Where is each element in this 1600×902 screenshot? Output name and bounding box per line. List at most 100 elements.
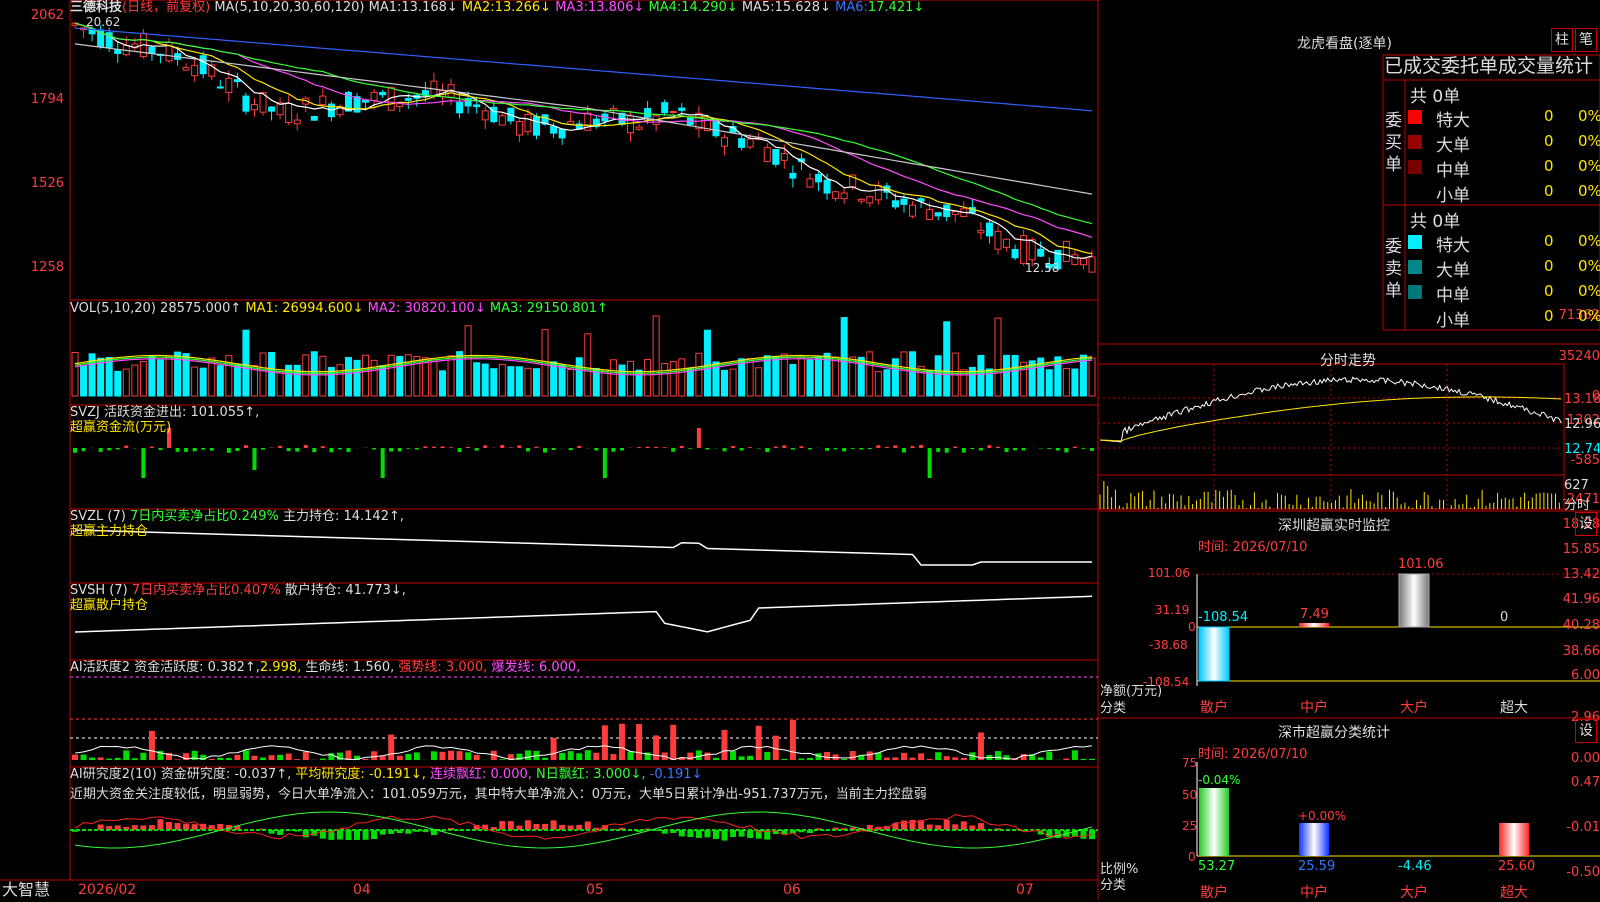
- fl-axis-3: 25: [1182, 819, 1197, 833]
- fund-flow-bar: [158, 448, 162, 450]
- fund-flow-bar: [876, 445, 880, 448]
- volume-bar: [927, 371, 933, 396]
- sz-val-super: 0: [1500, 610, 1508, 625]
- ma6-line: [75, 28, 1092, 111]
- volume-bar: [798, 358, 804, 396]
- buy-order-label: 委买单: [1385, 110, 1403, 176]
- candle-body: [234, 80, 240, 82]
- ma1-value: 13.168↓: [401, 0, 457, 15]
- intraday-price-2: 12.96: [1564, 417, 1600, 432]
- sell-row-count: 0: [1544, 282, 1554, 300]
- research-bar: [1080, 830, 1086, 839]
- research-bar: [499, 821, 505, 830]
- ma5-key: MA5:: [742, 0, 775, 15]
- fl-time: 时间: 2026/07/10: [1198, 743, 1307, 762]
- sell-row-count: 0: [1544, 257, 1554, 275]
- volume-bar: [559, 365, 565, 396]
- volume-bar: [807, 360, 813, 396]
- volume-bar: [345, 357, 351, 396]
- ai2-y-3: -0.50: [1536, 865, 1600, 880]
- sz-axis-2: 31.19: [1155, 603, 1189, 617]
- buy-row: 小单00%: [1408, 181, 1600, 203]
- volume-bar: [636, 370, 642, 396]
- fl-axis-4: 0: [1188, 850, 1196, 864]
- stat-tabs[interactable]: 已成交委托单成交量统计: [1384, 54, 1593, 78]
- candle-body: [892, 201, 898, 207]
- fund-flow-bar: [953, 446, 957, 448]
- period-label[interactable]: (日线，前复权): [122, 0, 210, 15]
- color-swatch: [1408, 235, 1422, 249]
- date-label-4: 06: [783, 883, 801, 897]
- candle-body: [551, 126, 557, 133]
- activity-bar: [995, 751, 1001, 760]
- fund-flow-bar: [526, 448, 530, 451]
- candle-body: [1029, 240, 1035, 260]
- activity-bar: [739, 756, 745, 760]
- fl-settings-button[interactable]: 设: [1575, 719, 1597, 743]
- stock-name[interactable]: 三德科技: [70, 0, 122, 15]
- fl-cat-1: 散户: [1200, 882, 1228, 902]
- fund-flow-bar: [851, 448, 855, 449]
- main-y-4: 1258: [0, 260, 64, 275]
- research-bar: [901, 821, 907, 830]
- research-bar: [687, 830, 693, 837]
- fund-flow-bar: [261, 448, 265, 450]
- sz-val-large: 101.06: [1398, 557, 1444, 572]
- buy-row-count: 0: [1544, 182, 1554, 200]
- activity-bar: [1038, 757, 1044, 760]
- fund-flow-bar: [748, 447, 752, 448]
- ai1-burstline: 爆发线: 6.000,: [491, 660, 580, 675]
- fund-flow-bar: [141, 448, 145, 478]
- bar-mode-button[interactable]: 柱: [1551, 28, 1573, 52]
- brand-logo: 大智慧: [2, 881, 50, 899]
- buy-row-count: 0: [1544, 107, 1554, 125]
- candle-body: [533, 117, 539, 136]
- candle-body: [115, 50, 121, 54]
- research-bar: [730, 830, 736, 837]
- activity-bar: [115, 758, 121, 760]
- volume-bar: [260, 353, 266, 396]
- ai2-nday: N日飘红: 3.000↓,: [536, 767, 645, 782]
- activity-bar: [824, 752, 830, 760]
- volume-bar: [704, 330, 710, 396]
- candle-body: [1038, 249, 1044, 256]
- fund-flow-bar: [1022, 448, 1026, 450]
- svsh-title: SVSH (7): [70, 583, 128, 598]
- candle-body: [192, 65, 198, 75]
- sz-settings-button[interactable]: 设: [1575, 512, 1597, 536]
- chart-canvas[interactable]: [0, 0, 1600, 900]
- volume-bar: [303, 355, 309, 396]
- fl-bar-mid: [1299, 823, 1329, 856]
- intraday-price-3: 12.74: [1564, 442, 1600, 457]
- sell-row-count: 0: [1544, 307, 1554, 325]
- activity-bar: [841, 759, 847, 760]
- research-bar: [747, 830, 753, 838]
- svzl-sub: 超赢主力持仓: [70, 525, 148, 539]
- color-swatch: [1408, 285, 1422, 299]
- fund-flow-bar: [859, 448, 863, 450]
- volume-bar: [533, 369, 539, 396]
- buy-row-pct: 0%: [1578, 132, 1600, 150]
- fl-top-2: +0.00%: [1298, 809, 1346, 823]
- candle-body: [1080, 258, 1086, 264]
- fund-flow-bar: [697, 428, 701, 448]
- candle-body: [662, 103, 668, 113]
- fund-flow-bar: [116, 448, 120, 449]
- sell-row-pct: 0%: [1578, 232, 1600, 250]
- date-label-1: 2026/02: [78, 883, 136, 897]
- volume-bar: [192, 367, 198, 396]
- tick-mode-button[interactable]: 笔: [1575, 28, 1597, 52]
- candle-body: [380, 92, 386, 94]
- candle-body: [354, 97, 360, 112]
- research-bar: [704, 830, 710, 837]
- activity-bar: [388, 735, 394, 760]
- fund-flow-bar: [782, 445, 786, 448]
- fund-flow-bar: [338, 448, 342, 449]
- research-bar: [363, 830, 369, 840]
- volume-bar: [234, 365, 240, 396]
- buy-row: 特大00%: [1408, 106, 1600, 128]
- candle-body: [747, 139, 753, 147]
- volume-bar: [722, 370, 728, 396]
- activity-bar: [910, 758, 916, 760]
- activity-bar: [286, 754, 292, 760]
